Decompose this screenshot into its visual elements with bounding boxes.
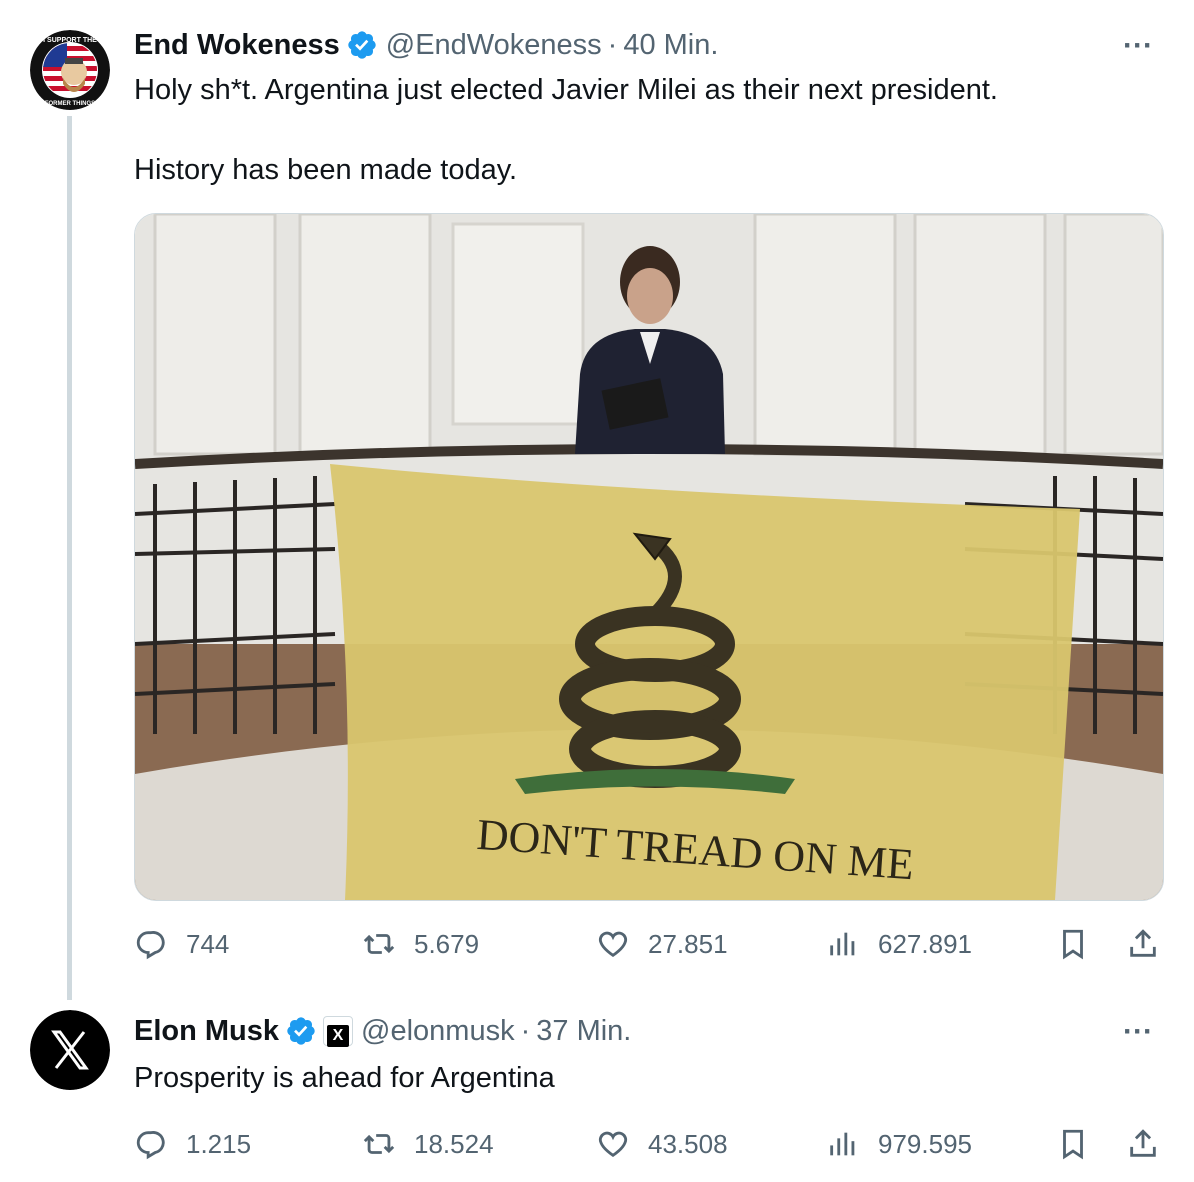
verified-badge-icon xyxy=(285,1015,317,1047)
tweet-endwokeness[interactable]: I SUPPORT THE FORMER THINGS End Wokeness… xyxy=(0,0,1194,1000)
more-icon[interactable]: ··· xyxy=(1118,1017,1158,1052)
tweet-time[interactable]: 40 Min. xyxy=(623,28,718,62)
tweet-header: Elon Musk X @elonmusk · 37 Min. xyxy=(134,1014,631,1048)
like-count: 43.508 xyxy=(648,1128,728,1159)
tweet-media-image[interactable]: DON'T TREAD ON ME xyxy=(134,213,1164,901)
like-count: 27.851 xyxy=(648,928,728,959)
views-icon xyxy=(830,932,855,956)
tweet-actions: 1.215 18.524 43.508 979.595 xyxy=(134,1124,1164,1164)
svg-text:I SUPPORT THE: I SUPPORT THE xyxy=(43,37,97,44)
repost-icon xyxy=(363,934,395,954)
more-icon[interactable]: ··· xyxy=(1118,31,1158,66)
reply-icon xyxy=(136,931,165,960)
tweet-time[interactable]: 37 Min. xyxy=(536,1014,631,1048)
author-handle[interactable]: @EndWokeness xyxy=(386,28,602,62)
views-count: 627.891 xyxy=(878,928,972,959)
avatar-elonmusk[interactable] xyxy=(30,1010,110,1090)
separator-dot: · xyxy=(607,29,618,61)
share-icon[interactable] xyxy=(1126,927,1160,961)
tweet-elonmusk[interactable]: Elon Musk X @elonmusk · 37 Min. ··· Pros… xyxy=(0,1000,1194,1182)
views-icon xyxy=(830,1132,855,1156)
affiliate-badge-label: X xyxy=(327,1025,350,1047)
bookmark-icon[interactable] xyxy=(1056,1127,1090,1161)
avatar-image: I SUPPORT THE FORMER THINGS xyxy=(30,30,110,110)
affiliate-badge-icon[interactable]: X xyxy=(323,1016,354,1047)
like-button[interactable]: 27.851 xyxy=(596,924,728,964)
like-icon xyxy=(598,931,628,958)
repost-count: 5.679 xyxy=(414,928,480,959)
reply-button[interactable]: 1.215 xyxy=(134,1124,251,1164)
tweet-header: End Wokeness @EndWokeness · 40 Min. xyxy=(134,28,718,62)
author-name[interactable]: End Wokeness xyxy=(134,28,340,62)
share-icon[interactable] xyxy=(1126,1127,1160,1161)
repost-count: 18.524 xyxy=(414,1128,494,1159)
media-photo: DON'T TREAD ON ME xyxy=(135,214,1163,900)
reply-button[interactable]: 744 xyxy=(134,924,229,964)
repost-button[interactable]: 18.524 xyxy=(362,1124,494,1164)
repost-icon xyxy=(363,1134,395,1154)
like-icon xyxy=(598,1131,628,1158)
avatar-endwokeness[interactable]: I SUPPORT THE FORMER THINGS xyxy=(30,30,110,110)
reply-count: 744 xyxy=(186,928,230,959)
separator-dot: · xyxy=(520,1015,531,1047)
tweet-text: Holy sh*t. Argentina just elected Javier… xyxy=(134,74,998,186)
like-button[interactable]: 43.508 xyxy=(596,1124,728,1164)
svg-text:FORMER THINGS: FORMER THINGS xyxy=(45,101,95,107)
views-button[interactable]: 979.595 xyxy=(826,1124,972,1164)
views-button[interactable]: 627.891 xyxy=(826,924,972,964)
tweet-text: Prosperity is ahead for Argentina xyxy=(134,1062,555,1094)
author-handle[interactable]: @elonmusk xyxy=(361,1014,515,1048)
x-logo-icon xyxy=(30,1010,110,1090)
views-count: 979.595 xyxy=(878,1128,972,1159)
repost-button[interactable]: 5.679 xyxy=(362,924,479,964)
bookmark-icon[interactable] xyxy=(1056,927,1090,961)
author-name[interactable]: Elon Musk xyxy=(134,1014,279,1048)
thread-line xyxy=(67,116,72,1000)
reply-count: 1.215 xyxy=(186,1128,252,1159)
tweet-actions: 744 5.679 27.851 627.891 xyxy=(134,924,1164,964)
verified-badge-icon xyxy=(346,29,378,61)
reply-icon xyxy=(136,1131,165,1160)
